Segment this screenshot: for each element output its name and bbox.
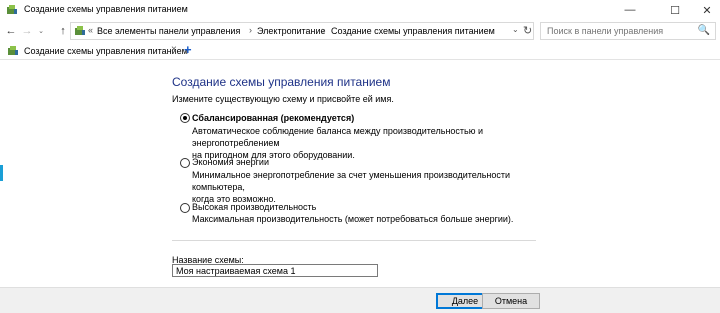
main-content: Создание схемы управления питанием Измен… [0,61,720,286]
breadcrumb-create-plan[interactable]: Создание схемы управления питанием [331,26,495,36]
close-button[interactable]: ✕ [694,0,720,20]
description-line: Минимальное энергопотребление за счет ум… [192,170,511,192]
cancel-button[interactable]: Отмена [482,293,540,309]
refresh-icon[interactable]: ↻ [523,24,532,37]
breadcrumb-power-options[interactable]: Электропитание [257,26,326,36]
page-title: Создание схемы управления питанием [172,75,391,89]
option-description-power-saver: Минимальное энергопотребление за счет ум… [192,169,532,205]
breadcrumb-separator-icon[interactable]: › [322,25,325,35]
title-bar: Создание схемы управления питанием — ☐ ✕ [0,0,720,20]
address-toolbar: ← → ⌄ ↑ « Все элементы панели управления… [0,20,720,42]
breadcrumb-overflow-icon[interactable]: « [88,25,93,35]
recent-locations-chevron-icon[interactable]: ⌄ [34,24,48,38]
radio-high-performance[interactable] [180,203,190,213]
tab-label: Создание схемы управления питанием [24,46,188,56]
maximize-button[interactable]: ☐ [662,0,688,20]
option-label-power-saver[interactable]: Экономия энергии [192,157,269,167]
breadcrumb-all-items[interactable]: Все элементы панели управления [97,26,240,36]
breadcrumb-separator-icon[interactable]: › [249,25,252,35]
description-line: Максимальная производительность (может п… [192,214,514,224]
radio-power-saver[interactable] [180,158,190,168]
search-icon[interactable]: 🔍 [698,25,710,36]
page-subtitle: Измените существующую схему и присвойте … [172,94,394,104]
minimize-button[interactable]: — [617,0,643,20]
option-label-balanced[interactable]: Сбалансированная (рекомендуется) [192,113,354,123]
address-field[interactable]: « Все элементы панели управления › Элект… [70,22,534,40]
control-panel-icon [75,26,85,35]
option-label-high-performance[interactable]: Высокая производительность [192,202,316,212]
address-dropdown-icon[interactable]: ⌄ [512,25,519,34]
section-divider [172,240,536,241]
forward-arrow-icon[interactable]: → [20,24,34,38]
radio-balanced[interactable] [180,113,190,123]
up-arrow-icon[interactable]: ↑ [56,24,70,38]
window-edge-marker [0,165,3,181]
tab-create-power-plan[interactable]: Создание схемы управления питанием × [4,43,188,60]
description-line: Автоматическое соблюдение баланса между … [192,126,484,148]
search-placeholder: Поиск в панели управления [547,26,664,36]
plan-name-input[interactable] [172,264,378,277]
tab-close-icon[interactable]: × [171,44,177,55]
power-options-icon [8,46,18,55]
option-description-balanced: Автоматическое соблюдение баланса между … [192,125,532,161]
back-arrow-icon[interactable]: ← [4,24,18,38]
option-description-high-performance: Максимальная производительность (может п… [192,213,532,225]
search-input[interactable]: Поиск в панели управления 🔍 [540,22,716,40]
new-tab-plus-icon[interactable]: + [184,42,192,57]
window-title: Создание схемы управления питанием [24,4,188,14]
power-options-icon [7,5,17,14]
tab-bar: Создание схемы управления питанием × + [0,42,720,60]
footer-bar: Далее Отмена [0,287,720,313]
